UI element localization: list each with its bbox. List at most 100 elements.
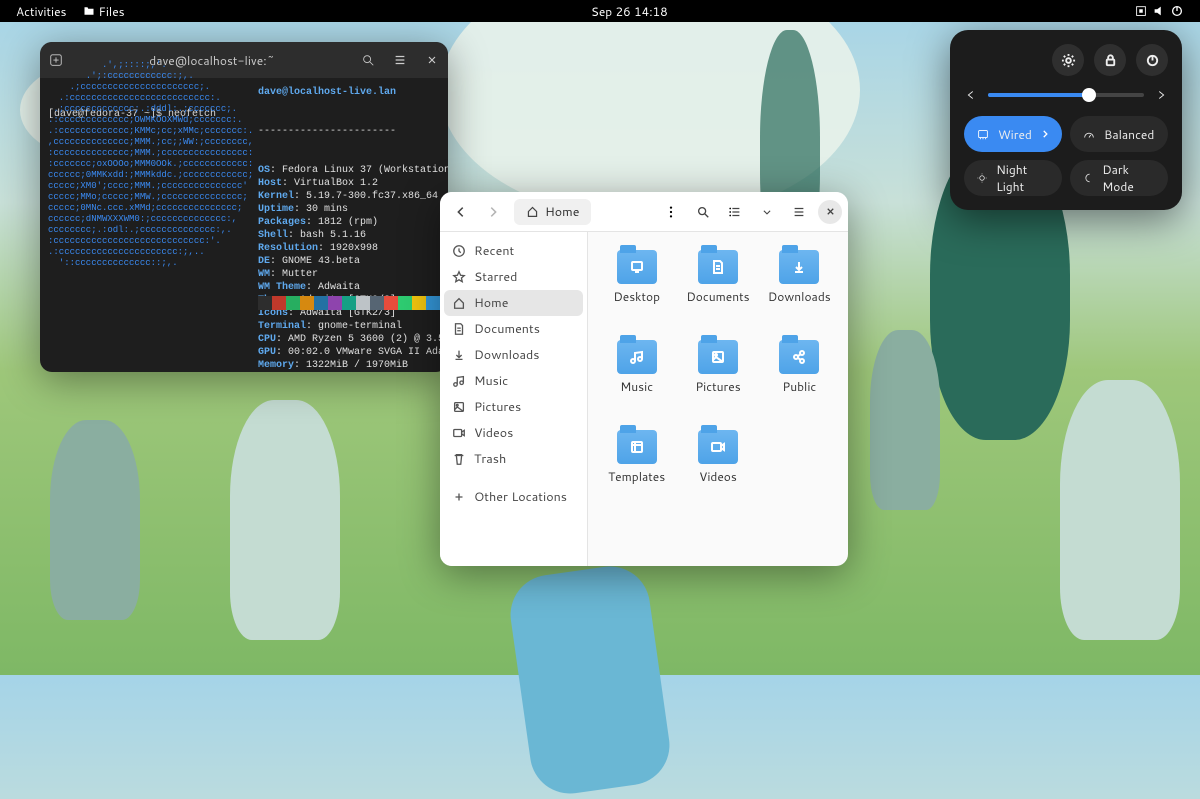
sysinfo-line: Memory: 1322MiB / 1970MiB [258, 359, 448, 372]
terminal-output[interactable]: [dave@fedora-37 ~]$ neofetch .',;::::;,'… [40, 78, 448, 229]
neofetch-user-host: dave@localhost-live.lan [258, 87, 396, 98]
sidebar-item-label: Videos [474, 424, 513, 442]
brightness-slider[interactable] [964, 88, 1168, 102]
sysinfo-line: CPU: AMD Ryzen 5 3600 (2) @ 3.599GHz [258, 333, 448, 346]
power-button[interactable] [1136, 44, 1168, 76]
folder-label: Documents [686, 288, 749, 305]
folder-videos[interactable]: Videos [698, 430, 738, 494]
dark-mode-toggle[interactable]: Dark Mode [1070, 160, 1168, 196]
neofetch-color-palette [258, 296, 448, 310]
hamburger-menu-button[interactable] [784, 197, 814, 227]
close-icon [825, 206, 836, 217]
home-icon [452, 296, 466, 310]
sidebar-item-starred[interactable]: Starred [444, 264, 583, 290]
brightness-low-icon [964, 88, 978, 102]
lock-button[interactable] [1094, 44, 1126, 76]
power-icon [1145, 53, 1160, 68]
wallpaper-stone [1060, 380, 1180, 640]
share-icon [791, 349, 807, 365]
sidebar-item-label: Trash [474, 450, 506, 468]
search-icon [696, 205, 710, 219]
music-icon [452, 374, 466, 388]
sysinfo-line: Kernel: 5.19.7-300.fc37.x86_64 [258, 190, 448, 203]
desktop-icon [629, 259, 645, 275]
sidebar-item-label: Home [474, 294, 508, 312]
folder-templates[interactable]: Templates [608, 430, 665, 494]
sidebar-item-videos[interactable]: Videos [444, 420, 583, 446]
image-icon [452, 400, 466, 414]
path-bar[interactable]: Home [514, 199, 591, 225]
gauge-icon [1082, 127, 1096, 141]
folder-music[interactable]: Music [617, 340, 657, 404]
folder-public[interactable]: Public [779, 340, 819, 404]
sidebar-item-trash[interactable]: Trash [444, 446, 583, 472]
home-icon [526, 205, 539, 218]
hamburger-icon [792, 205, 806, 219]
slider-thumb[interactable] [1082, 88, 1096, 102]
back-button[interactable] [446, 197, 476, 227]
night-light-toggle[interactable]: Night Light [964, 160, 1062, 196]
sysinfo-line: Resolution: 1920x998 [258, 242, 448, 255]
system-status-area[interactable] [1126, 4, 1192, 18]
power-profile-toggle[interactable]: Balanced [1070, 116, 1168, 152]
night-light-label: Night Light [996, 161, 1050, 195]
list-view-button[interactable] [720, 197, 750, 227]
folder-label: Desktop [613, 288, 660, 305]
wallpaper-stone [50, 420, 140, 620]
download-icon [791, 259, 807, 275]
music-icon [629, 349, 645, 365]
topbar-app-label: Files [99, 3, 125, 20]
settings-button[interactable] [1052, 44, 1084, 76]
plus-icon [452, 490, 466, 504]
sidebar-item-home[interactable]: Home [444, 290, 583, 316]
star-icon [452, 270, 466, 284]
sysinfo-line: DE: GNOME 43.beta [258, 255, 448, 268]
sysinfo-line: Packages: 1812 (rpm) [258, 216, 448, 229]
forward-button[interactable] [478, 197, 508, 227]
sidebar-item-label: Other Locations [474, 488, 567, 506]
top-bar: Activities Files Sep 26 14:18 [0, 0, 1200, 22]
sysinfo-line: Shell: bash 5.1.16 [258, 229, 448, 242]
folder-label: Downloads [768, 288, 831, 305]
sidebar-other-locations[interactable]: Other Locations [444, 484, 583, 510]
topbar-app-menu[interactable]: Files [75, 3, 133, 20]
sysinfo-line: OS: Fedora Linux 37 (Workstation Editi [258, 164, 448, 177]
slider-track[interactable] [988, 93, 1144, 97]
chevron-left-icon [454, 205, 468, 219]
wired-label: Wired [998, 126, 1032, 143]
close-button[interactable] [818, 200, 842, 224]
power-profile-label: Balanced [1104, 126, 1154, 143]
files-sidebar: Recent Starred Home DocumentsDownloads Music… [440, 232, 588, 566]
sidebar-item-downloads[interactable]: Downloads [444, 342, 583, 368]
files-headerbar: Home [440, 192, 848, 232]
neofetch-separator: ----------------------- [258, 125, 448, 138]
sysinfo-line: WM Theme: Adwaita [258, 281, 448, 294]
chevron-right-icon [1040, 129, 1050, 139]
sidebar-item-label: Recent [474, 242, 514, 260]
sidebar-item-pictures[interactable]: Pictures [444, 394, 583, 420]
activities-button[interactable]: Activities [8, 3, 75, 20]
video-icon [710, 439, 726, 455]
sidebar-item-recent[interactable]: Recent [444, 238, 583, 264]
sidebar-item-label: Music [474, 372, 508, 390]
clock[interactable]: Sep 26 14:18 [583, 3, 676, 20]
folder-label: Pictures [695, 378, 740, 395]
wired-toggle[interactable]: Wired [964, 116, 1062, 152]
folder-downloads[interactable]: Downloads [768, 250, 831, 314]
folder-label: Videos [699, 468, 737, 485]
sidebar-item-documents[interactable]: Documents [444, 316, 583, 342]
sidebar-item-label: Pictures [474, 398, 521, 416]
sysinfo-line: WM: Mutter [258, 268, 448, 281]
search-button[interactable] [688, 197, 718, 227]
terminal-window: dave@localhost-live:~ [dave@fedora-37 ~]… [40, 42, 448, 372]
power-icon [1170, 4, 1184, 18]
folder-pictures[interactable]: Pictures [695, 340, 740, 404]
folder-desktop[interactable]: Desktop [613, 250, 660, 314]
folder-documents[interactable]: Documents [686, 250, 749, 314]
view-options-button[interactable] [656, 197, 686, 227]
doc-icon [452, 322, 466, 336]
files-icon-grid[interactable]: Desktop Documents Downloads Music Pictures Pu… [588, 232, 848, 566]
folder-label: Public [782, 378, 816, 395]
sidebar-item-music[interactable]: Music [444, 368, 583, 394]
dropdown-button[interactable] [752, 197, 782, 227]
